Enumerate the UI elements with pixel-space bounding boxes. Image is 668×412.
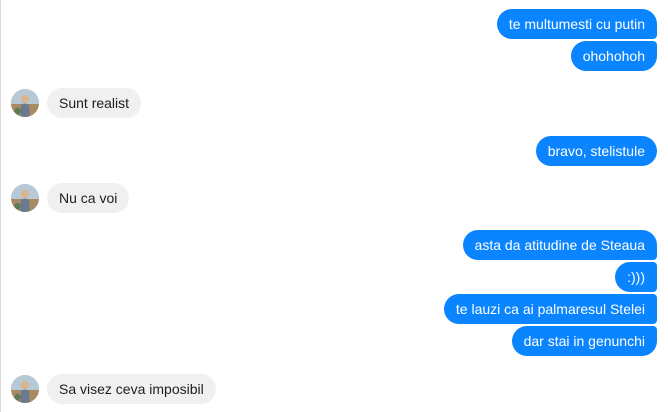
outgoing-message[interactable]: te multumesti cu putin <box>496 9 657 39</box>
outgoing-message[interactable]: asta da atitudine de Steaua <box>462 230 657 260</box>
outgoing-message[interactable]: :))) <box>615 262 657 292</box>
outgoing-message[interactable]: dar stai in genunchi <box>511 326 657 356</box>
avatar-photo-icon <box>11 375 39 403</box>
incoming-message[interactable]: Nu ca voi <box>47 183 130 213</box>
outgoing-message[interactable]: te lauzi ca ai palmaresul Stelei <box>443 294 657 324</box>
avatar-photo-icon <box>11 184 39 212</box>
chat-left-border <box>0 0 1 412</box>
contact-avatar[interactable] <box>11 375 39 403</box>
incoming-message[interactable]: Sa visez ceva imposibil <box>47 374 216 404</box>
incoming-message[interactable]: Sunt realist <box>47 88 142 118</box>
outgoing-message[interactable]: bravo, stelistule <box>535 136 657 166</box>
contact-avatar[interactable] <box>11 184 39 212</box>
avatar-photo-icon <box>11 89 39 117</box>
contact-avatar[interactable] <box>11 89 39 117</box>
outgoing-message[interactable]: ohohohoh <box>570 41 657 71</box>
